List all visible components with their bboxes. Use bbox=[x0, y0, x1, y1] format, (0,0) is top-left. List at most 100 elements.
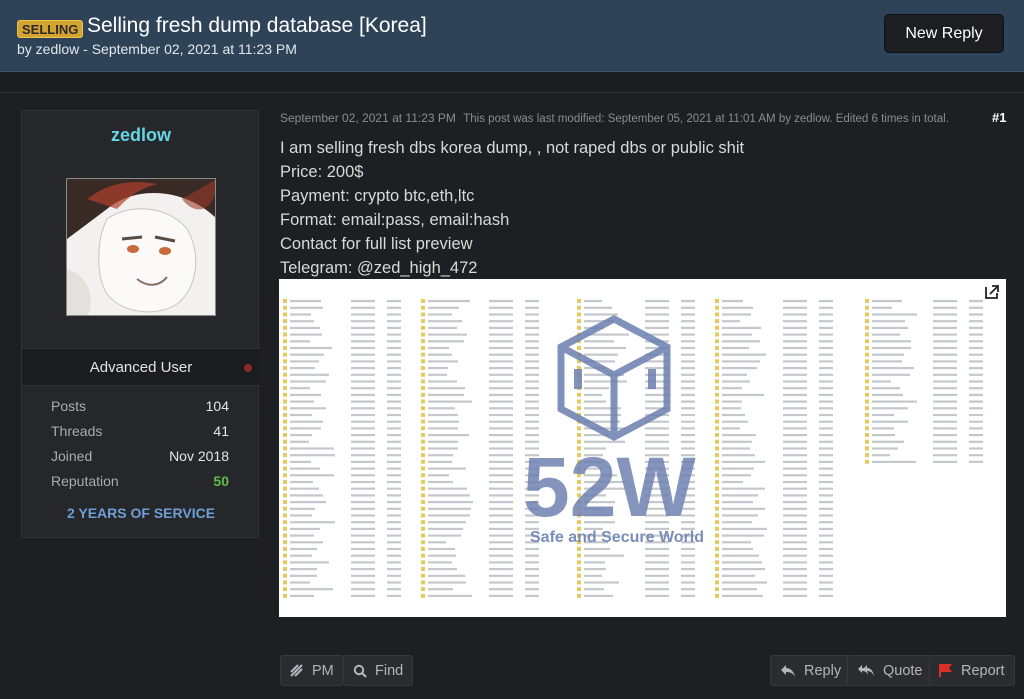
listing-text-line bbox=[783, 588, 807, 591]
listing-folder-icon bbox=[283, 439, 287, 444]
listing-text-line bbox=[681, 594, 695, 597]
reply-button[interactable]: Reply bbox=[770, 655, 852, 686]
listing-text-line bbox=[819, 460, 833, 463]
listing-text-line bbox=[969, 353, 983, 356]
listing-folder-icon bbox=[283, 526, 287, 531]
listing-text-line bbox=[969, 420, 983, 423]
listing-text-line bbox=[351, 427, 375, 430]
listing-text-line bbox=[819, 387, 833, 390]
external-link-icon[interactable] bbox=[983, 283, 1001, 301]
listing-text-line bbox=[489, 313, 513, 316]
listing-text-line bbox=[872, 427, 894, 430]
listing-text-line bbox=[489, 501, 513, 504]
listing-text-line bbox=[819, 581, 833, 584]
listing-text-line bbox=[290, 306, 323, 309]
quote-button[interactable]: Quote bbox=[847, 655, 933, 686]
listing-folder-icon bbox=[421, 392, 425, 397]
listing-text-line bbox=[783, 561, 807, 564]
listing-folder-icon bbox=[283, 419, 287, 424]
listing-folder-icon bbox=[865, 433, 869, 437]
listing-text-line bbox=[387, 501, 401, 504]
listing-text-line bbox=[351, 400, 375, 403]
listing-text-line bbox=[351, 373, 375, 376]
listing-text-line bbox=[872, 407, 908, 410]
listing-folder-icon bbox=[421, 453, 425, 458]
listing-text-line bbox=[819, 534, 833, 537]
listing-folder-icon bbox=[421, 325, 425, 330]
pm-label: PM bbox=[312, 662, 334, 679]
listing-text-line bbox=[387, 588, 401, 591]
listing-text-line bbox=[933, 373, 957, 376]
listing-text-line bbox=[645, 581, 669, 584]
listing-text-line bbox=[351, 434, 375, 437]
listing-text-line bbox=[872, 434, 895, 437]
listing-text-line bbox=[489, 387, 513, 390]
listing-text-line bbox=[783, 507, 807, 510]
listing-text-line bbox=[819, 367, 833, 370]
listing-text-line bbox=[428, 501, 473, 504]
listing-text-line bbox=[489, 434, 513, 437]
post-number-link[interactable]: #1 bbox=[992, 110, 1006, 125]
listing-folder-icon bbox=[865, 339, 869, 344]
listing-text-line bbox=[933, 353, 957, 356]
report-button[interactable]: Report bbox=[929, 655, 1015, 686]
post-line: Payment: crypto btc,eth,ltc bbox=[280, 187, 475, 205]
listing-text-line bbox=[933, 300, 957, 303]
listing-text-line bbox=[969, 413, 983, 417]
listing-text-line bbox=[584, 306, 612, 309]
listing-text-line bbox=[783, 527, 807, 530]
find-button[interactable]: Find bbox=[343, 655, 414, 686]
listing-text-line bbox=[351, 574, 375, 577]
listing-text-line bbox=[387, 393, 401, 396]
listing-text-line bbox=[722, 561, 762, 564]
listing-text-line bbox=[783, 541, 807, 544]
listing-text-line bbox=[969, 454, 983, 457]
listing-text-line bbox=[783, 400, 807, 403]
listing-text-line bbox=[351, 534, 375, 537]
prefix-badge: SELLING bbox=[17, 20, 84, 38]
listing-folder-icon bbox=[421, 446, 425, 451]
listing-text-line bbox=[489, 413, 513, 417]
listing-text-line bbox=[872, 387, 900, 390]
listing-text-line bbox=[428, 480, 453, 484]
post-line: Contact for full list preview bbox=[280, 235, 473, 253]
listing-text-line bbox=[387, 346, 401, 350]
listing-folder-icon bbox=[421, 466, 425, 471]
listing-text-line bbox=[933, 454, 957, 457]
listing-folder-icon bbox=[715, 573, 719, 578]
listing-text-line bbox=[428, 574, 465, 577]
listing-text-line bbox=[290, 393, 321, 396]
avatar[interactable] bbox=[66, 178, 216, 316]
listing-text-line bbox=[387, 313, 401, 316]
listing-text-line bbox=[428, 568, 457, 571]
listing-text-line bbox=[933, 434, 957, 437]
listing-text-line bbox=[387, 581, 401, 584]
offline-status-dot bbox=[244, 364, 252, 372]
listing-folder-icon bbox=[421, 312, 425, 317]
listing-text-line bbox=[351, 447, 375, 450]
listing-text-line bbox=[969, 460, 983, 463]
new-reply-button[interactable]: New Reply bbox=[884, 14, 1004, 53]
listing-folder-icon bbox=[865, 439, 869, 444]
listing-folder-icon bbox=[421, 359, 425, 364]
listing-text-line bbox=[489, 427, 513, 430]
listing-folder-icon bbox=[283, 500, 287, 504]
listing-text-line bbox=[933, 393, 957, 396]
listing-text-line bbox=[819, 474, 833, 477]
listing-text-line bbox=[969, 333, 983, 336]
listing-text-line bbox=[525, 574, 539, 577]
listing-text-line bbox=[489, 594, 513, 597]
listing-folder-icon bbox=[283, 359, 287, 364]
listing-text-line bbox=[933, 320, 957, 323]
username-link[interactable]: zedlow bbox=[22, 125, 260, 146]
listing-text-line bbox=[819, 594, 833, 597]
listing-folder-icon bbox=[865, 379, 869, 384]
listing-text-line bbox=[351, 333, 375, 336]
listing-text-line bbox=[489, 326, 513, 329]
listing-text-line bbox=[290, 514, 312, 517]
pm-button[interactable]: PM bbox=[280, 655, 344, 686]
listing-text-line bbox=[819, 507, 833, 510]
listing-folder-icon bbox=[421, 379, 425, 384]
listing-text-line bbox=[387, 413, 401, 417]
reputation-value[interactable]: 50 bbox=[213, 473, 229, 489]
